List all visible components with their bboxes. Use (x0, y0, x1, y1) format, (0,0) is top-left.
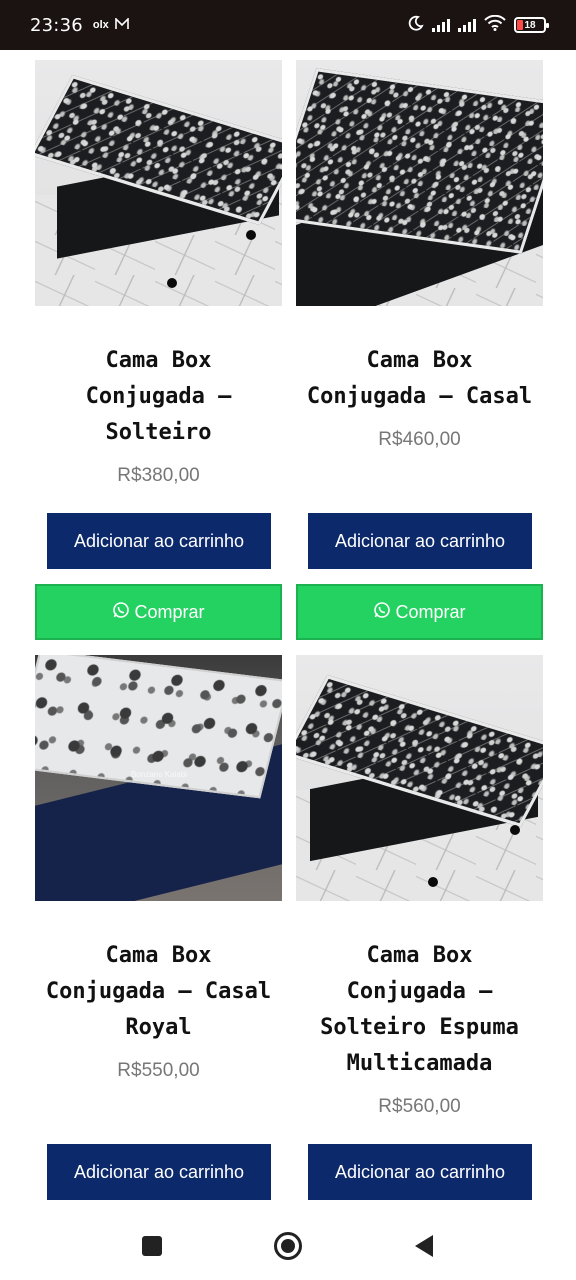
add-to-cart-button[interactable]: Adicionar ao carrinho (47, 1144, 271, 1200)
title-line: Cama Box (105, 943, 212, 968)
product-title[interactable]: Cama Box Conjugada – Casal Royal (35, 938, 282, 1046)
product-card: Bonzano Kalabi Cama Box Conjugada – Casa… (35, 655, 282, 1201)
product-price: R$460,00 (378, 429, 461, 450)
whatsapp-icon (112, 601, 130, 624)
title-line: Multicamada (346, 1051, 493, 1076)
home-circle-icon[interactable] (270, 1228, 306, 1264)
bed-foot (428, 877, 438, 887)
status-right: 18 (408, 14, 549, 36)
title-line: Conjugada – (346, 979, 493, 1004)
olx-icon: olx (92, 19, 109, 31)
title-line: Conjugada – Casal (306, 384, 533, 409)
product-image[interactable] (296, 60, 543, 306)
bed-foot (246, 230, 256, 240)
product-image[interactable] (296, 655, 543, 901)
battery-level: 18 (524, 19, 536, 31)
system-nav-bar (0, 1212, 576, 1280)
moon-icon (408, 15, 424, 36)
title-line: Cama Box (366, 348, 473, 373)
product-card: Cama Box Conjugada – Solteiro R$380,00 A… (35, 60, 282, 640)
whatsapp-buy-label: Comprar (134, 601, 205, 622)
status-time: 23:36 (30, 14, 83, 36)
title-line: Solteiro (105, 420, 212, 445)
title-line: Royal (125, 1015, 192, 1040)
battery-icon: 18 (514, 17, 549, 33)
signal-icon-2 (458, 18, 476, 32)
title-line: Solteiro Espuma (320, 1015, 519, 1040)
title-line: Conjugada – (85, 384, 232, 409)
mail-icon (114, 16, 129, 34)
product-card: Cama Box Conjugada – Casal R$460,00 Adic… (296, 60, 543, 640)
whatsapp-buy-button[interactable]: Comprar (35, 584, 282, 640)
whatsapp-icon (373, 601, 391, 624)
product-title[interactable]: Cama Box Conjugada – Casal (296, 343, 543, 415)
add-to-cart-button[interactable]: Adicionar ao carrinho (308, 513, 532, 569)
product-title[interactable]: Cama Box Conjugada – Solteiro (35, 343, 282, 451)
signal-icon-1 (432, 18, 450, 32)
add-to-cart-button[interactable]: Adicionar ao carrinho (47, 513, 271, 569)
product-image[interactable] (35, 60, 282, 306)
product-price: R$380,00 (117, 465, 200, 486)
product-card: Cama Box Conjugada – Solteiro Espuma Mul… (296, 655, 543, 1201)
product-price: R$550,00 (117, 1060, 200, 1081)
status-bar: 23:36 olx 18 (0, 0, 576, 50)
watermark: Bonzano Kalabi (131, 770, 188, 779)
recents-square-icon[interactable] (134, 1228, 170, 1264)
title-line: Cama Box (105, 348, 212, 373)
title-line: Cama Box (366, 943, 473, 968)
product-image[interactable]: Bonzano Kalabi (35, 655, 282, 901)
wifi-icon (484, 14, 506, 36)
whatsapp-buy-label: Comprar (395, 601, 466, 622)
bed-foot (510, 825, 520, 835)
mattress (296, 68, 543, 254)
status-app-icons: olx (92, 16, 129, 34)
bed-foot (167, 278, 177, 288)
product-price: R$560,00 (378, 1096, 461, 1117)
add-to-cart-button[interactable]: Adicionar ao carrinho (308, 1144, 532, 1200)
title-line: Conjugada – Casal (45, 979, 272, 1004)
back-triangle-icon[interactable] (406, 1228, 442, 1264)
product-title[interactable]: Cama Box Conjugada – Solteiro Espuma Mul… (296, 938, 543, 1082)
whatsapp-buy-button[interactable]: Comprar (296, 584, 543, 640)
